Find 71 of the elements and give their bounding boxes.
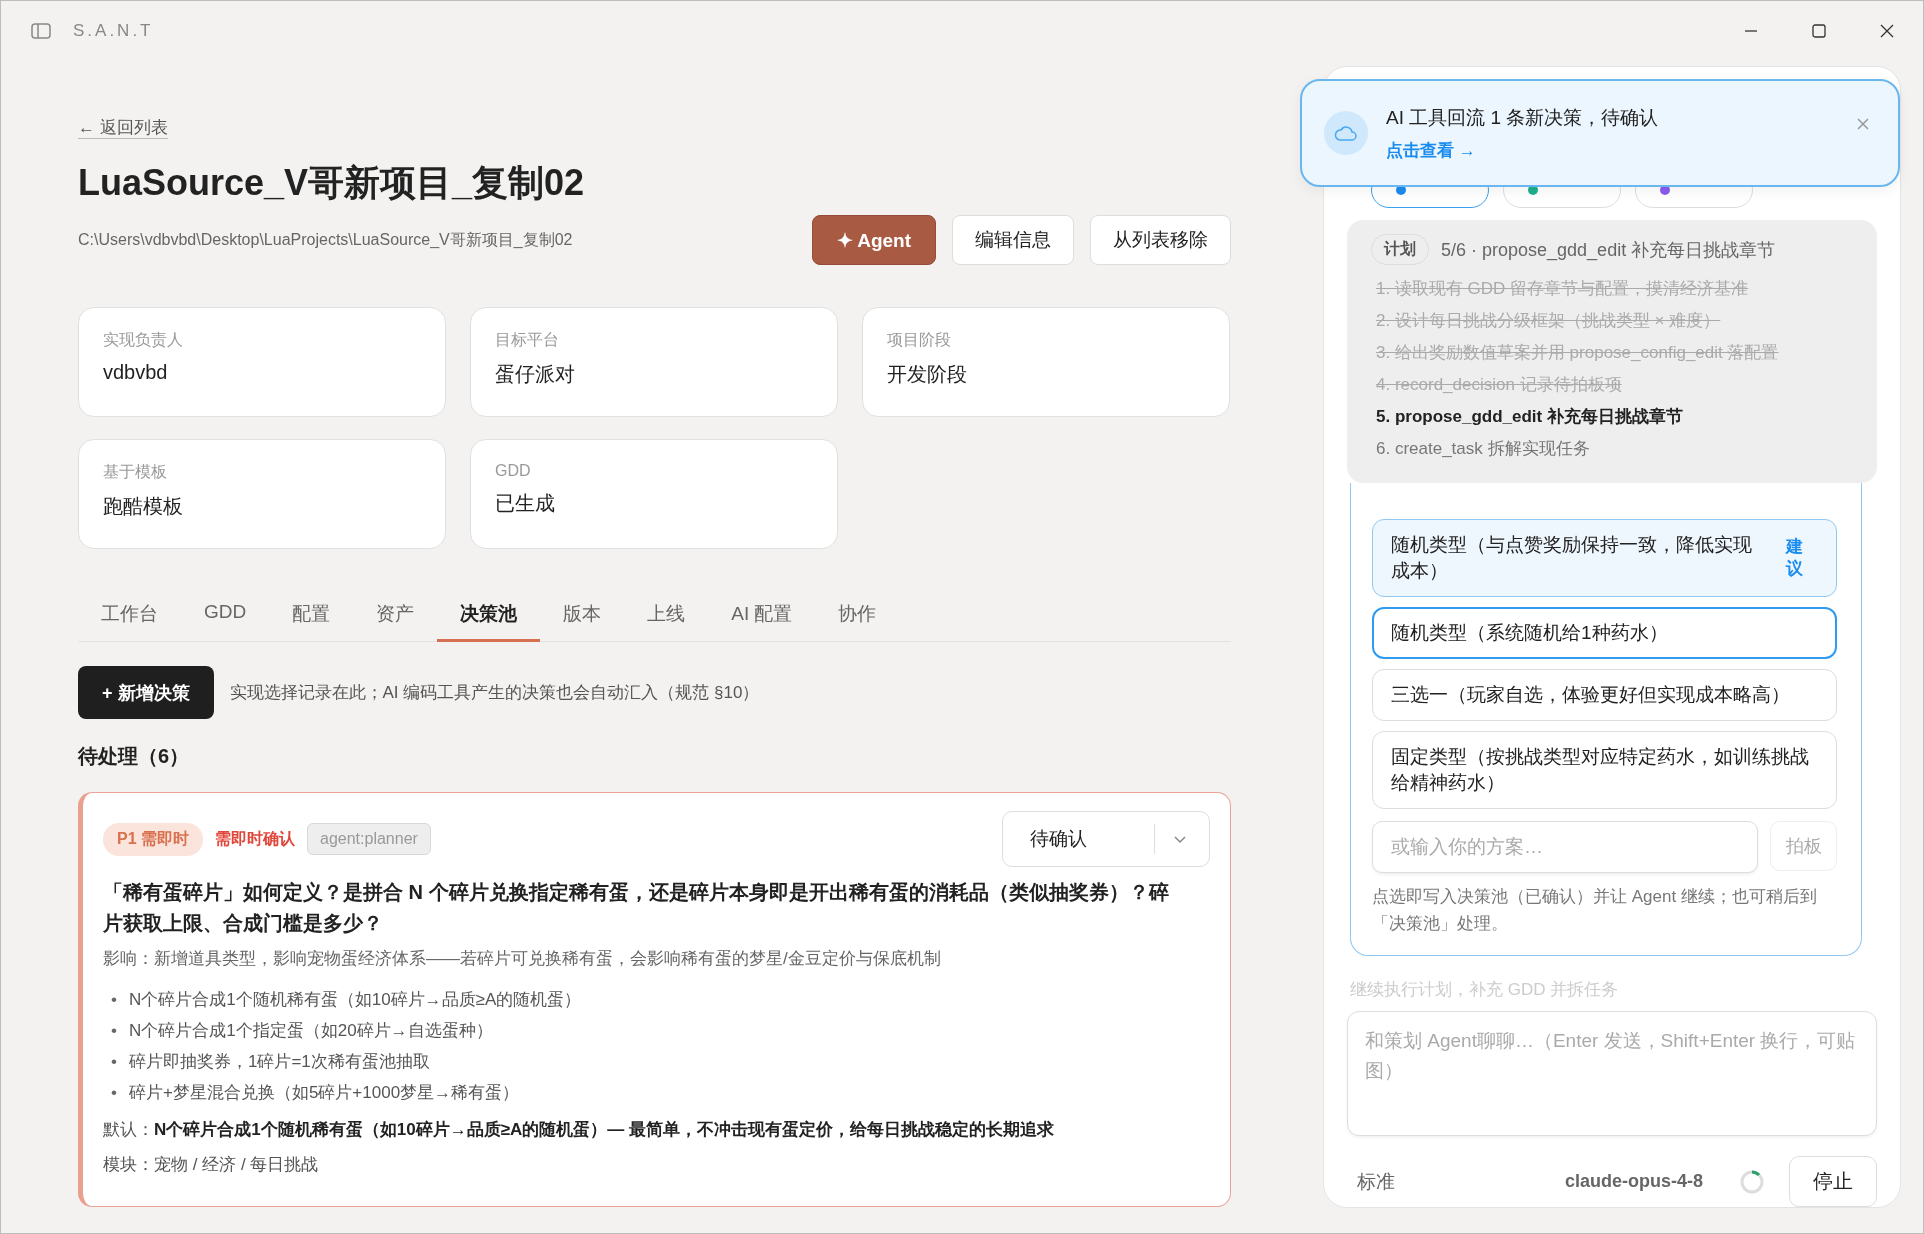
tab[interactable]: 配置 — [269, 601, 354, 642]
tab[interactable]: AI 配置 — [708, 601, 816, 642]
bullet: • — [111, 1082, 117, 1104]
sidebar-toggle-icon[interactable] — [31, 23, 51, 39]
plan-step: 5. propose_gdd_edit 补充每日挑战章节 — [1371, 401, 1853, 433]
urgency-label: 需即时确认 — [215, 828, 295, 849]
loading-spinner-icon — [1739, 1168, 1765, 1195]
app-title: S.A.N.T — [73, 21, 154, 41]
toolbar-hint: 实现选择记录在此；AI 编码工具产生的决策也会自动汇入（规范 §10） — [229, 682, 760, 704]
chat-input[interactable]: 和策划 Agent聊聊…（Enter 发送，Shift+Enter 换行，可贴图） — [1347, 1011, 1877, 1136]
info-value: 已生成 — [495, 491, 556, 516]
pending-heading: 待处理（6） — [78, 744, 191, 769]
action-button[interactable]: ✦ Agent — [811, 215, 936, 265]
custom-answer-field[interactable]: 或输入你的方案… — [1372, 821, 1758, 873]
option-item: N个碎片合成1个随机稀有蛋（如10碎片→品质≥A的随机蛋） — [128, 989, 582, 1011]
toast-message: AI 工具回流 1 条新决策，待确认 — [1386, 105, 1660, 130]
mode-selector[interactable]: 标准 — [1357, 1168, 1395, 1195]
status-dropdown[interactable]: 待确认 — [1002, 811, 1210, 867]
info-value: 跑酷模板 — [103, 494, 184, 519]
info-value: vdbvbd — [103, 361, 169, 384]
project-path: C:\Users\vdbvbd\Desktop\LuaProjects\LuaSource_V哥新项目_复制02 — [78, 230, 574, 250]
choice-option[interactable]: 随机类型（系统随机给1种药水） — [1372, 607, 1837, 659]
plan-step: 6. create_task 拆解实现任务 — [1371, 433, 1853, 465]
close-icon[interactable] — [1879, 23, 1895, 39]
module-text: 模块：宠物 / 经济 / 每日挑战 — [103, 1154, 320, 1176]
option-item: N个碎片合成1个指定蛋（如20碎片→自选蛋种） — [128, 1020, 493, 1042]
cloud-icon — [1324, 111, 1368, 155]
tab[interactable]: GDD — [181, 601, 270, 642]
stop-button[interactable]: 停止 — [1789, 1156, 1877, 1207]
impact-text: 影响：新增道具类型，影响宠物蛋经济体系——若碎片可兑换稀有蛋，会影响稀有蛋的梦星/金豆定价与保底机制 — [103, 948, 942, 970]
tab[interactable]: 决策池 — [437, 601, 541, 642]
default-text: 默认：N个碎片合成1个随机稀有蛋（如10碎片→品质≥A的随机蛋）— 最简单，不冲击现有蛋定价，给每日挑战稳定的长期追求 — [103, 1119, 1055, 1141]
info-label: GDD — [495, 462, 532, 480]
plan-step: 3. 给出奖励数值草案并用 propose_config_edit 落配置 — [1371, 337, 1853, 369]
plan-step: 1. 读取现有 GDD 留存章节与配置，摸清经济基准 — [1371, 273, 1853, 305]
tab[interactable]: 工作台 — [78, 601, 181, 642]
plan-step: 4. record_decision 记录待拍板项 — [1371, 369, 1853, 401]
bullet: • — [111, 1020, 117, 1042]
new-decision-button[interactable]: + 新增决策 — [78, 666, 214, 719]
recommended-label: 建议 — [1786, 536, 1804, 580]
decision-question: 「稀有蛋碎片」如何定义？是拼合 N 个碎片兑换指定稀有蛋，还是碎片本身即是开出稀有蛋的消耗品（类似抽奖券）？碎片获取上限、合成门槛是多少？ — [103, 880, 1170, 936]
bullet: • — [111, 1051, 117, 1073]
info-value: 开发阶段 — [887, 362, 968, 387]
maximize-icon[interactable] — [1811, 23, 1827, 39]
tab[interactable]: 协作 — [815, 601, 900, 642]
action-button[interactable]: 从列表移除 — [1090, 215, 1231, 265]
model-name[interactable]: claude-opus-4-8 — [1564, 1171, 1703, 1192]
source-tag: agent:planner — [307, 823, 431, 855]
option-item: 碎片+梦星混合兑换（如5碎片+1000梦星→稀有蛋） — [128, 1082, 520, 1104]
info-label: 实现负责人 — [103, 330, 184, 350]
info-label: 目标平台 — [495, 330, 560, 350]
plan-step: 2. 设计每日挑战分级框架（挑战类型 × 难度） — [1371, 305, 1853, 337]
option-item: 碎片即抽奖券，1碎片=1次稀有蛋池抽取 — [128, 1051, 430, 1073]
view-link[interactable]: 点击查看 → — [1386, 138, 1476, 162]
choice-note: 点选即写入决策池（已确认）并让 Agent 继续；也可稍后到「决策池」处理。 — [1372, 886, 1818, 935]
priority-tag: P1 需即时 — [103, 822, 203, 856]
plan-summary: 5/6 · propose_gdd_edit 补充每日挑战章节 — [1441, 238, 1776, 262]
tab[interactable]: 上线 — [624, 601, 709, 642]
choice-option[interactable]: 固定类型（按挑战类型对应特定药水，如训练挑战给精神药水） — [1372, 731, 1837, 809]
chevron-down-icon — [1173, 834, 1187, 844]
project-title: LuaSource_V哥新项目_复制02 — [78, 161, 585, 205]
action-button[interactable]: 编辑信息 — [952, 215, 1074, 265]
tab[interactable]: 资产 — [353, 601, 438, 642]
choice-option[interactable]: 三选一（玩家自选，体验更好但实现成本略高） — [1372, 669, 1837, 721]
bullet: • — [111, 989, 117, 1011]
choice-option[interactable]: 随机类型（与点赞奖励保持一致，降低实现成本） 建议 — [1372, 519, 1837, 597]
info-label: 基于模板 — [103, 462, 168, 482]
info-value: 蛋仔派对 — [495, 362, 576, 387]
back-link[interactable]: ← 返回列表 — [78, 118, 168, 139]
info-label: 项目阶段 — [887, 330, 952, 350]
tab[interactable]: 版本 — [540, 601, 625, 642]
